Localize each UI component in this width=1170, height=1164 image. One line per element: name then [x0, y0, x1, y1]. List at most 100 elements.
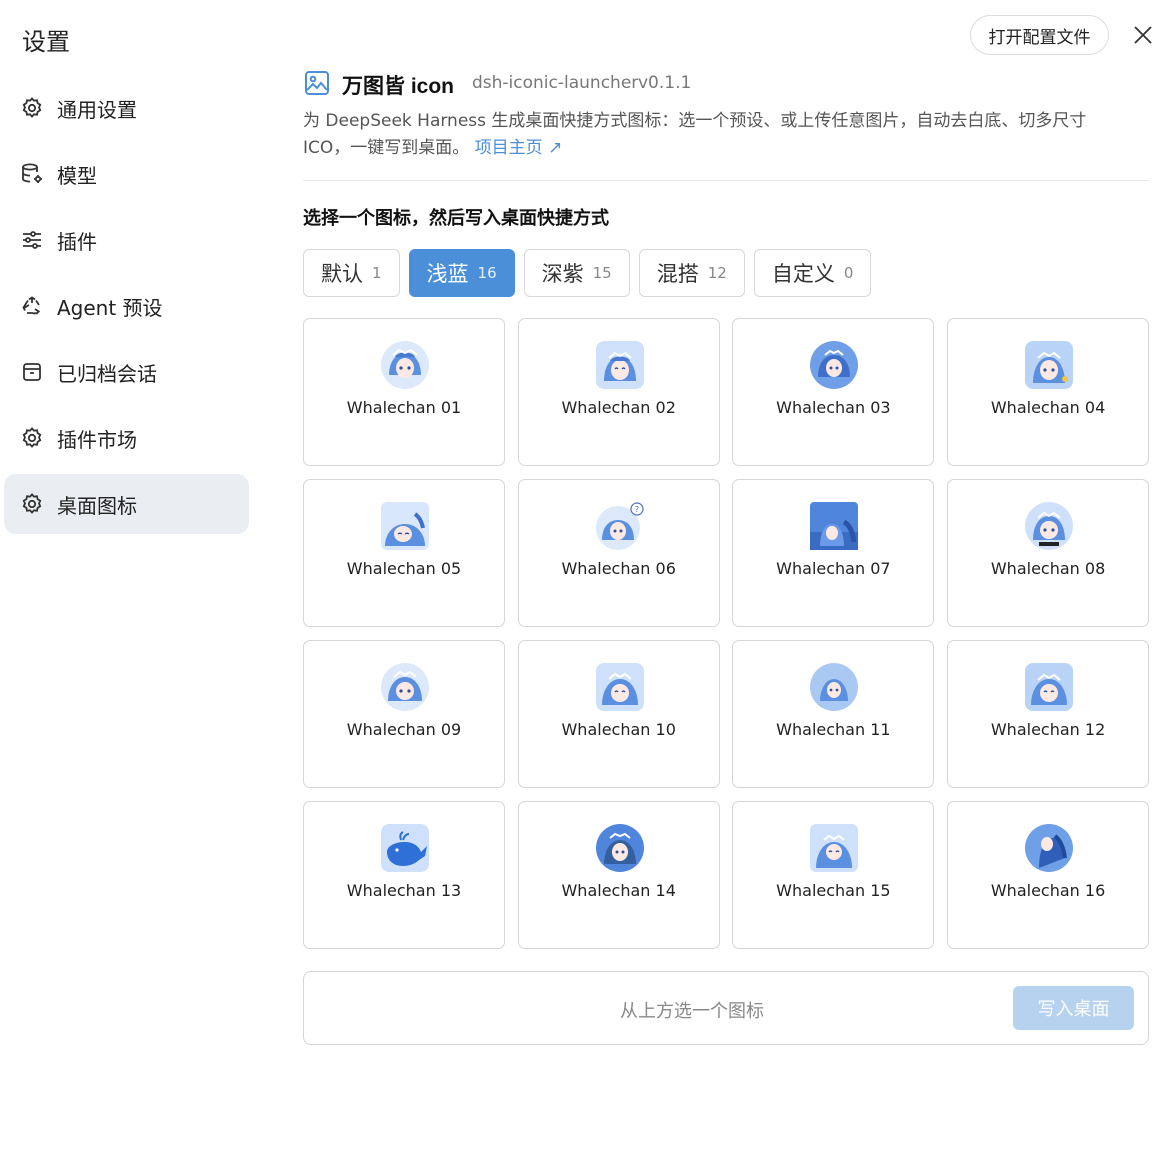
tab-count: 0: [843, 264, 854, 282]
whalechan-avatar-icon: ?: [595, 502, 644, 550]
whalechan-avatar-icon: [810, 341, 859, 389]
sidebar-item-models[interactable]: 模型: [4, 144, 249, 204]
icon-name: Whalechan 12: [990, 720, 1106, 739]
tab-label: 混搭: [656, 262, 699, 286]
tab-mixed[interactable]: 混搭 12: [638, 249, 745, 297]
icon-card[interactable]: Whalechan 11: [732, 640, 935, 788]
write-to-desktop-button[interactable]: 写入桌面: [1013, 986, 1134, 1030]
tab-count: 12: [707, 264, 727, 282]
gear-icon: [22, 97, 42, 118]
icon-name: Whalechan 11: [776, 720, 891, 739]
tab-label: 深紫: [541, 262, 584, 286]
icon-card[interactable]: ? Whalechan 06: [517, 479, 720, 627]
icon-card[interactable]: Whalechan 16: [947, 801, 1150, 949]
icon-card[interactable]: Whalechan 03: [732, 318, 935, 466]
recycle-icon: [22, 296, 40, 315]
divider: [303, 180, 1149, 181]
open-config-file-button[interactable]: 打开配置文件: [970, 15, 1109, 55]
icon-card[interactable]: Whalechan 13: [303, 801, 505, 949]
icon-card[interactable]: Whalechan 04: [947, 318, 1150, 466]
sidebar-item-general[interactable]: 通用设置: [4, 78, 249, 138]
whalechan-avatar-icon: [1025, 502, 1074, 550]
gear-icon: [22, 427, 42, 448]
icon-name: Whalechan 08: [990, 559, 1106, 578]
whalechan-avatar-icon: [381, 663, 429, 711]
settings-title: 设置: [22, 28, 70, 56]
sliders-icon: [23, 231, 41, 249]
icon-name: Whalechan 01: [346, 398, 462, 417]
svg-text:?: ?: [635, 505, 639, 514]
icon-name: Whalechan 07: [776, 559, 891, 578]
icon-card[interactable]: Whalechan 15: [732, 801, 935, 949]
whalechan-avatar-icon: [595, 824, 644, 872]
icon-card[interactable]: Whalechan 02: [517, 318, 720, 466]
icon-name: Whalechan 04: [990, 398, 1106, 417]
database-gear-icon: [22, 163, 42, 183]
image-icon: [305, 71, 329, 95]
tab-default[interactable]: 默认 1: [303, 249, 400, 297]
icon-name: Whalechan 13: [346, 881, 462, 900]
whalechan-avatar-icon: [381, 341, 429, 389]
icon-grid: Whalechan 01 Whalechan 02 Whalechan 03 W…: [303, 318, 1150, 949]
tab-count: 15: [592, 264, 612, 282]
gear-icon: [22, 493, 42, 514]
plugin-description: 为 DeepSeek Harness 生成桌面快捷方式图标：选一个预设、或上传任…: [303, 108, 1138, 162]
plugin-description-text: 为 DeepSeek Harness 生成桌面快捷方式图标：选一个预设、或上传任…: [303, 111, 1087, 158]
preset-tabs: 默认 1 浅蓝 16 深紫 15 混搭 12 自定义 0: [303, 249, 872, 297]
tab-light-blue[interactable]: 浅蓝 16: [408, 249, 515, 297]
tab-label: 浅蓝: [426, 262, 469, 286]
icon-name: Whalechan 09: [346, 720, 462, 739]
settings-sidebar: 通用设置 模型 插件 Agent 预设 已归档会话 插件市场 桌面图标: [4, 78, 249, 540]
sidebar-item-archived[interactable]: 已归档会话: [4, 342, 249, 402]
icon-card[interactable]: Whalechan 10: [517, 640, 720, 788]
sidebar-item-label: 插件市场: [57, 427, 137, 452]
sidebar-item-label: 桌面图标: [57, 493, 137, 518]
icon-card[interactable]: Whalechan 12: [947, 640, 1150, 788]
whale-icon: [381, 824, 429, 872]
sidebar-item-label: Agent 预设: [57, 295, 163, 320]
tab-label: 默认: [321, 262, 363, 286]
sidebar-item-label: 已归档会话: [57, 361, 157, 386]
close-button[interactable]: [1130, 22, 1156, 48]
icon-name: Whalechan 10: [561, 720, 676, 739]
whalechan-avatar-icon: [595, 663, 644, 711]
icon-name: Whalechan 15: [776, 881, 891, 900]
archive-icon: [23, 363, 41, 381]
sidebar-item-agent-presets[interactable]: Agent 预设: [4, 276, 249, 336]
whalechan-avatar-icon: [381, 502, 429, 550]
tab-deep-purple[interactable]: 深紫 15: [523, 249, 630, 297]
sidebar-item-desktop-icon[interactable]: 桌面图标: [4, 474, 249, 534]
whalechan-avatar-icon: [595, 341, 644, 389]
sidebar-item-plugins[interactable]: 插件: [4, 210, 249, 270]
plugin-name: 万图皆 icon: [342, 75, 455, 98]
icon-card[interactable]: Whalechan 08: [947, 479, 1150, 627]
icon-card[interactable]: Whalechan 05: [303, 479, 505, 627]
whalechan-avatar-icon: [810, 824, 859, 872]
icon-card[interactable]: Whalechan 09: [303, 640, 505, 788]
section-title: 选择一个图标，然后写入桌面快捷方式: [303, 208, 609, 229]
icon-name: Whalechan 05: [346, 559, 462, 578]
icon-name: Whalechan 02: [561, 398, 676, 417]
tab-custom[interactable]: 自定义 0: [753, 249, 872, 297]
sidebar-item-plugin-market[interactable]: 插件市场: [4, 408, 249, 468]
icon-name: Whalechan 16: [990, 881, 1106, 900]
icon-card[interactable]: Whalechan 14: [517, 801, 720, 949]
whalechan-avatar-icon: [810, 502, 859, 550]
tab-label: 自定义: [771, 262, 835, 286]
icon-name: Whalechan 14: [561, 881, 676, 900]
selection-hint: 从上方选一个图标: [620, 1001, 764, 1022]
icon-card[interactable]: Whalechan 07: [732, 479, 935, 627]
sidebar-item-label: 插件: [57, 229, 97, 254]
icon-card[interactable]: Whalechan 01: [303, 318, 505, 466]
plugin-id: dsh-iconic-launcher: [472, 73, 639, 93]
close-icon: [1134, 26, 1152, 44]
tab-count: 1: [372, 264, 382, 282]
write-bar: 从上方选一个图标 写入桌面: [303, 971, 1149, 1045]
tab-count: 16: [477, 264, 497, 282]
plugin-version: v0.1.1: [638, 73, 692, 93]
sidebar-item-label: 模型: [57, 163, 97, 188]
project-homepage-link[interactable]: 项目主页 ↗: [475, 138, 563, 158]
whalechan-avatar-icon: [1025, 663, 1074, 711]
icon-name: Whalechan 06: [561, 559, 676, 578]
icon-name: Whalechan 03: [776, 398, 891, 417]
